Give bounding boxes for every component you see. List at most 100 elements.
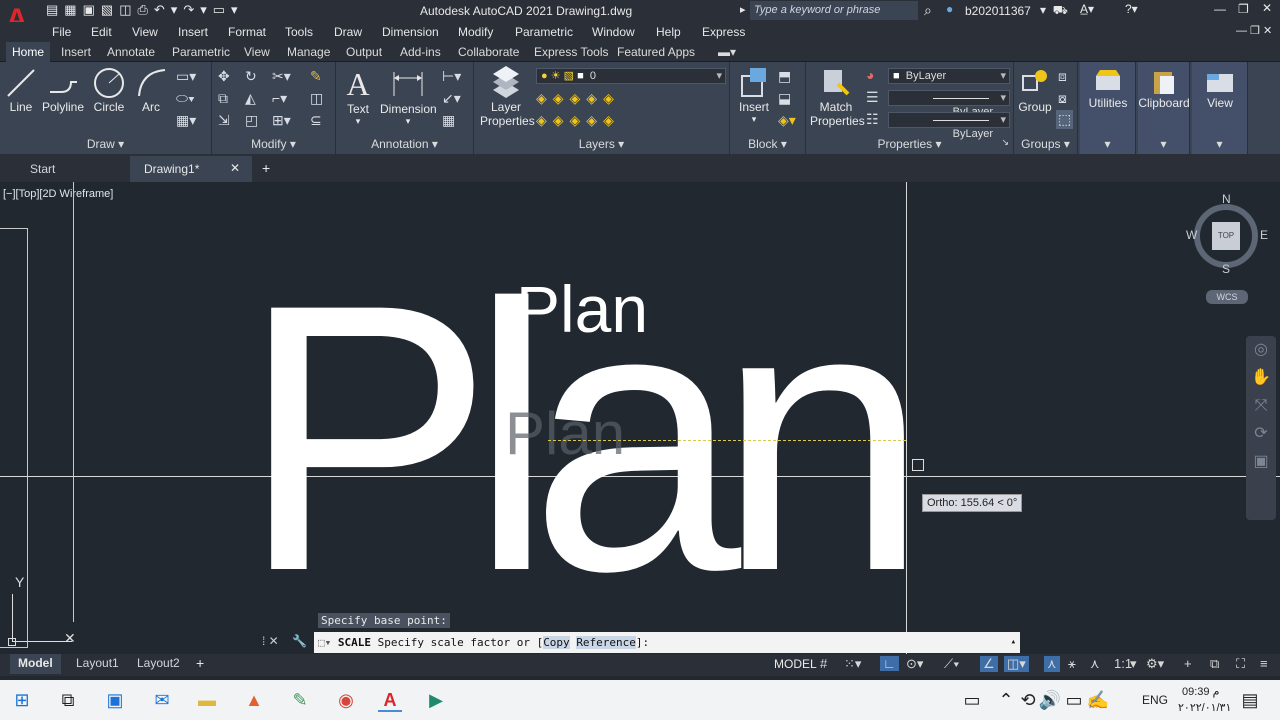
menu-window[interactable]: Window <box>592 25 635 39</box>
grid-icon[interactable]: # <box>820 656 827 671</box>
view-button[interactable]: View <box>1192 68 1248 110</box>
volume-icon[interactable]: 🔊 <box>1038 688 1062 712</box>
tab-addins[interactable]: Add-ins <box>400 45 441 59</box>
menu-tools[interactable]: Tools <box>285 25 313 39</box>
restore-icon[interactable]: ❐ <box>1238 2 1249 16</box>
lineweight-dropdown[interactable]: ByLayer <box>888 112 1010 140</box>
scale-icon[interactable]: ◰ <box>245 112 258 129</box>
web-icon[interactable]: ◫ <box>119 2 137 17</box>
redo-icon[interactable]: ↷▾ <box>183 2 212 17</box>
snap-icon[interactable]: ⁙▾ <box>844 656 861 672</box>
zoom-icon[interactable]: ⤧ <box>1246 392 1276 420</box>
pan-icon[interactable]: ✋ <box>1246 364 1276 392</box>
help-icon[interactable]: ?▾ <box>1125 2 1138 16</box>
compass-north[interactable]: N <box>1222 192 1231 206</box>
viewcube-top-face[interactable]: TOP <box>1212 222 1240 250</box>
match-properties-button[interactable]: Match Properties <box>810 66 865 128</box>
customization-icon[interactable]: ≡ <box>1260 656 1268 671</box>
tab-model[interactable]: Model <box>10 654 61 674</box>
menu-modify[interactable]: Modify <box>458 25 493 39</box>
utilities-button[interactable]: Utilities <box>1080 68 1136 110</box>
autocad-launcher-icon[interactable]: ▶ <box>424 688 448 712</box>
command-menu-icon[interactable]: ⬚▾ <box>318 636 331 649</box>
group-select-icon[interactable]: ⬚ <box>1056 110 1074 129</box>
isolate-objects-icon[interactable]: ⧉ <box>1210 656 1219 672</box>
wcs-menu[interactable]: WCS <box>1206 290 1248 304</box>
view-expand-icon[interactable]: ▾ <box>1192 137 1247 151</box>
color-wheel-icon[interactable]: ◕ <box>866 67 874 83</box>
new-tab-icon[interactable]: + <box>262 160 270 176</box>
user-icon[interactable]: ● <box>946 2 953 16</box>
viewport-label[interactable]: [−][Top][2D Wireframe] <box>3 188 113 200</box>
save-icon[interactable]: ▣ <box>83 2 101 17</box>
close-tab-icon[interactable]: ✕ <box>230 161 240 175</box>
menu-dimension[interactable]: Dimension <box>382 25 439 39</box>
tab-parametric[interactable]: Parametric <box>172 45 230 59</box>
mail-icon[interactable]: ✉ <box>150 688 174 712</box>
menu-format[interactable]: Format <box>228 25 266 39</box>
close-icon[interactable]: ✕ <box>1262 1 1272 15</box>
clipboard-button[interactable]: Clipboard <box>1138 68 1190 110</box>
tab-layout2[interactable]: Layout2 <box>137 656 180 670</box>
tab-layout1[interactable]: Layout1 <box>76 656 119 670</box>
clipboard-expand-icon[interactable]: ▾ <box>1138 137 1189 151</box>
model-space-button[interactable]: MODEL <box>774 657 817 671</box>
layer-properties-button[interactable]: Layer Properties <box>480 66 535 128</box>
plot-icon[interactable]: ⎙ <box>137 2 153 17</box>
menu-insert[interactable]: Insert <box>178 25 208 39</box>
text-button[interactable]: A Text ▾ <box>340 66 376 127</box>
tab-annotate[interactable]: Annotate <box>107 45 155 59</box>
autoscale-icon[interactable]: ⚹ <box>1068 656 1076 672</box>
user-name[interactable]: b202011367 <box>965 4 1031 18</box>
customize-icon[interactable]: 🔧 <box>292 634 307 648</box>
search-arrow-icon[interactable]: ▸ <box>740 3 746 16</box>
compass-south[interactable]: S <box>1222 262 1230 276</box>
layer-tools-row2-icon[interactable]: ◈◈◈◈◈ <box>536 112 620 129</box>
office-icon[interactable]: ▲ <box>242 688 266 712</box>
linetype-icon[interactable]: ☰ <box>866 89 879 106</box>
panel-annotation-title[interactable]: Annotation ▾ <box>336 137 473 151</box>
full-nav-wheel-icon[interactable]: ◎ <box>1246 336 1276 364</box>
tab-insert[interactable]: Insert <box>61 45 91 59</box>
menu-file[interactable]: File <box>52 25 71 39</box>
offset-icon[interactable]: ⊆ <box>310 112 322 129</box>
tab-view[interactable]: View <box>244 45 270 59</box>
polyline-button[interactable]: Polyline <box>40 66 86 114</box>
pen-icon[interactable]: ✍ <box>1086 688 1110 712</box>
saveas-icon[interactable]: ▧ <box>101 2 119 17</box>
add-layout-icon[interactable]: + <box>196 655 204 671</box>
lineweight-icon[interactable]: ☷ <box>866 111 879 128</box>
panel-block-title[interactable]: Block ▾ <box>730 137 805 151</box>
menu-view[interactable]: View <box>132 25 158 39</box>
copy-icon[interactable]: ⧉ <box>218 90 228 107</box>
insert-button[interactable]: Insert ▾ <box>734 66 774 125</box>
edit-block-icon[interactable]: ⬓ <box>778 90 791 107</box>
show-hidden-icon[interactable]: ⌃ <box>994 688 1018 712</box>
clock-date[interactable]: ٢٠٢٢/٠١/٣١ <box>1178 701 1231 714</box>
leader-icon[interactable]: ↙▾ <box>442 90 461 107</box>
option-reference[interactable]: Reference <box>576 636 636 649</box>
linear-dim-icon[interactable]: ⊢▾ <box>442 68 461 85</box>
drawing-tab[interactable]: Drawing1* ✕ <box>130 156 252 182</box>
ungroup-icon[interactable]: ⧈ <box>1058 68 1067 85</box>
tab-manage[interactable]: Manage <box>287 45 330 59</box>
region-icon[interactable]: ▦▾ <box>176 112 196 129</box>
sync-icon[interactable]: ⟲ <box>1016 688 1040 712</box>
menu-draw[interactable]: Draw <box>334 25 362 39</box>
scale-dropdown-icon[interactable]: ▾ <box>1130 656 1137 672</box>
search-input[interactable]: Type a keyword or phrase <box>750 1 918 20</box>
tab-home[interactable]: Home <box>6 42 51 62</box>
viewcube[interactable]: TOP N S W E <box>1186 192 1270 276</box>
notification-area-icon[interactable]: ▭ <box>960 688 984 712</box>
rotate-icon[interactable]: ↻ <box>245 68 257 85</box>
command-input[interactable]: ⬚▾ SCALE Specify scale factor or [Copy R… <box>314 632 1020 653</box>
menu-parametric[interactable]: Parametric <box>515 25 573 39</box>
language-indicator[interactable]: ENG <box>1142 693 1168 707</box>
clean-screen-icon[interactable]: ⛶ <box>1236 656 1245 672</box>
panel-properties-title[interactable]: Properties ▾ ↘ <box>806 137 1013 151</box>
workspace-gear-icon[interactable]: ⚙▾ <box>1146 656 1164 672</box>
erase-icon[interactable]: ✎ <box>310 68 322 85</box>
open-icon[interactable]: ▦ <box>64 2 82 17</box>
group-edit-icon[interactable]: ⧇ <box>1058 90 1067 107</box>
orbit-icon[interactable]: ⟳ <box>1246 420 1276 448</box>
